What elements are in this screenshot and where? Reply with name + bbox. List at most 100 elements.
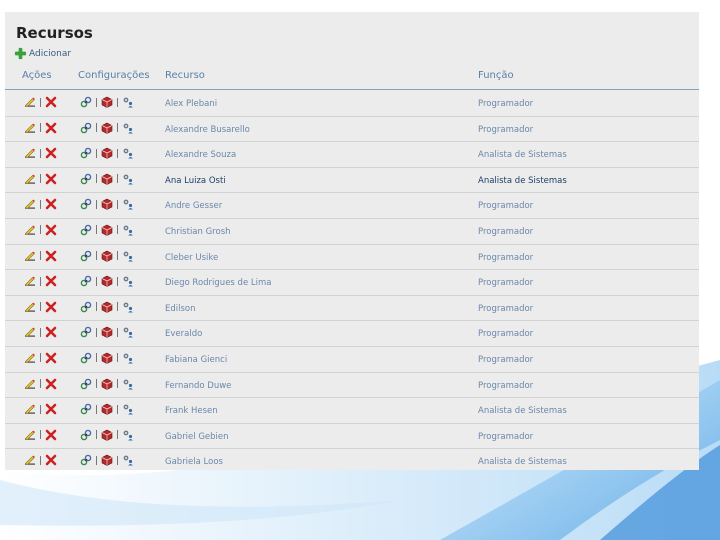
- delete-icon[interactable]: [45, 352, 57, 364]
- link-icon[interactable]: [80, 429, 92, 441]
- link-icon[interactable]: [80, 454, 92, 466]
- edit-icon[interactable]: [24, 326, 36, 338]
- delete-icon[interactable]: [45, 275, 57, 287]
- edit-icon[interactable]: [24, 173, 36, 185]
- table-row[interactable]: Ana Luiza Osti Analista de Sistemas: [5, 168, 699, 194]
- column-header-recurso[interactable]: Recurso: [165, 70, 205, 81]
- gear-user-icon[interactable]: [122, 454, 134, 466]
- link-icon[interactable]: [80, 173, 92, 185]
- delete-icon[interactable]: [45, 326, 57, 338]
- package-icon[interactable]: [101, 429, 113, 441]
- table-row[interactable]: Gabriela Loos Analista de Sistemas: [5, 449, 699, 470]
- link-icon[interactable]: [80, 301, 92, 313]
- delete-icon[interactable]: [45, 198, 57, 210]
- gear-user-icon[interactable]: [122, 173, 134, 185]
- table-row[interactable]: Andre Gesser Programador: [5, 193, 699, 219]
- table-row[interactable]: Fabiana Gienci Programador: [5, 347, 699, 373]
- link-icon[interactable]: [80, 326, 92, 338]
- delete-icon[interactable]: [45, 224, 57, 236]
- gear-user-icon[interactable]: [122, 429, 134, 441]
- gear-user-icon[interactable]: [122, 301, 134, 313]
- resource-name[interactable]: Gabriel Gebien: [165, 432, 229, 442]
- column-header-acoes[interactable]: Ações: [22, 70, 52, 81]
- link-icon[interactable]: [80, 198, 92, 210]
- table-row[interactable]: Cleber Usike Programador: [5, 245, 699, 271]
- delete-icon[interactable]: [45, 96, 57, 108]
- column-header-funcao[interactable]: Função: [478, 70, 514, 81]
- package-icon[interactable]: [101, 122, 113, 134]
- edit-icon[interactable]: [24, 275, 36, 287]
- resource-name[interactable]: Fabiana Gienci: [165, 355, 227, 365]
- link-icon[interactable]: [80, 352, 92, 364]
- link-icon[interactable]: [80, 96, 92, 108]
- resource-name[interactable]: Andre Gesser: [165, 201, 222, 211]
- package-icon[interactable]: [101, 96, 113, 108]
- delete-icon[interactable]: [45, 147, 57, 159]
- package-icon[interactable]: [101, 403, 113, 415]
- delete-icon[interactable]: [45, 454, 57, 466]
- edit-icon[interactable]: [24, 429, 36, 441]
- gear-user-icon[interactable]: [122, 250, 134, 262]
- table-row[interactable]: Christian Grosh Programador: [5, 219, 699, 245]
- gear-user-icon[interactable]: [122, 224, 134, 236]
- table-row[interactable]: Edilson Programador: [5, 296, 699, 322]
- resource-name[interactable]: Alexandre Busarello: [165, 125, 250, 135]
- link-icon[interactable]: [80, 275, 92, 287]
- resource-name[interactable]: Edilson: [165, 304, 196, 314]
- package-icon[interactable]: [101, 275, 113, 287]
- gear-user-icon[interactable]: [122, 352, 134, 364]
- edit-icon[interactable]: [24, 378, 36, 390]
- edit-icon[interactable]: [24, 403, 36, 415]
- table-row[interactable]: Alex Plebani Programador: [5, 91, 699, 117]
- resource-name[interactable]: Frank Hesen: [165, 406, 218, 416]
- table-row[interactable]: Frank Hesen Analista de Sistemas: [5, 398, 699, 424]
- package-icon[interactable]: [101, 250, 113, 262]
- column-header-configuracoes[interactable]: Configurações: [78, 70, 150, 81]
- table-row[interactable]: Everaldo Programador: [5, 321, 699, 347]
- link-icon[interactable]: [80, 224, 92, 236]
- package-icon[interactable]: [101, 378, 113, 390]
- edit-icon[interactable]: [24, 147, 36, 159]
- gear-user-icon[interactable]: [122, 96, 134, 108]
- resource-name[interactable]: Diego Rodrigues de Lima: [165, 278, 271, 288]
- link-icon[interactable]: [80, 147, 92, 159]
- delete-icon[interactable]: [45, 301, 57, 313]
- resource-name[interactable]: Alex Plebani: [165, 99, 217, 109]
- gear-user-icon[interactable]: [122, 147, 134, 159]
- resource-name[interactable]: Gabriela Loos: [165, 457, 223, 467]
- resource-name[interactable]: Christian Grosh: [165, 227, 231, 237]
- delete-icon[interactable]: [45, 173, 57, 185]
- resource-name[interactable]: Ana Luiza Osti: [165, 176, 226, 186]
- resource-name[interactable]: Cleber Usike: [165, 253, 218, 263]
- package-icon[interactable]: [101, 301, 113, 313]
- resource-name[interactable]: Alexandre Souza: [165, 150, 236, 160]
- edit-icon[interactable]: [24, 96, 36, 108]
- package-icon[interactable]: [101, 352, 113, 364]
- package-icon[interactable]: [101, 173, 113, 185]
- table-row[interactable]: Alexandre Busarello Programador: [5, 117, 699, 143]
- gear-user-icon[interactable]: [122, 122, 134, 134]
- link-icon[interactable]: [80, 250, 92, 262]
- gear-user-icon[interactable]: [122, 326, 134, 338]
- delete-icon[interactable]: [45, 403, 57, 415]
- edit-icon[interactable]: [24, 250, 36, 262]
- resource-name[interactable]: Fernando Duwe: [165, 381, 231, 391]
- package-icon[interactable]: [101, 147, 113, 160]
- gear-user-icon[interactable]: [122, 378, 134, 390]
- table-row[interactable]: Diego Rodrigues de Lima Programador: [5, 270, 699, 296]
- package-icon[interactable]: [101, 198, 113, 211]
- delete-icon[interactable]: [45, 429, 57, 441]
- edit-icon[interactable]: [24, 224, 36, 236]
- edit-icon[interactable]: [24, 352, 36, 364]
- gear-user-icon[interactable]: [122, 275, 134, 287]
- delete-icon[interactable]: [45, 122, 57, 134]
- resource-name[interactable]: Everaldo: [165, 329, 202, 339]
- link-icon[interactable]: [80, 378, 92, 390]
- gear-user-icon[interactable]: [122, 403, 134, 415]
- link-icon[interactable]: [80, 122, 92, 134]
- package-icon[interactable]: [101, 224, 113, 236]
- edit-icon[interactable]: [24, 301, 36, 313]
- package-icon[interactable]: [101, 326, 113, 339]
- link-icon[interactable]: [80, 403, 92, 415]
- delete-icon[interactable]: [45, 250, 57, 262]
